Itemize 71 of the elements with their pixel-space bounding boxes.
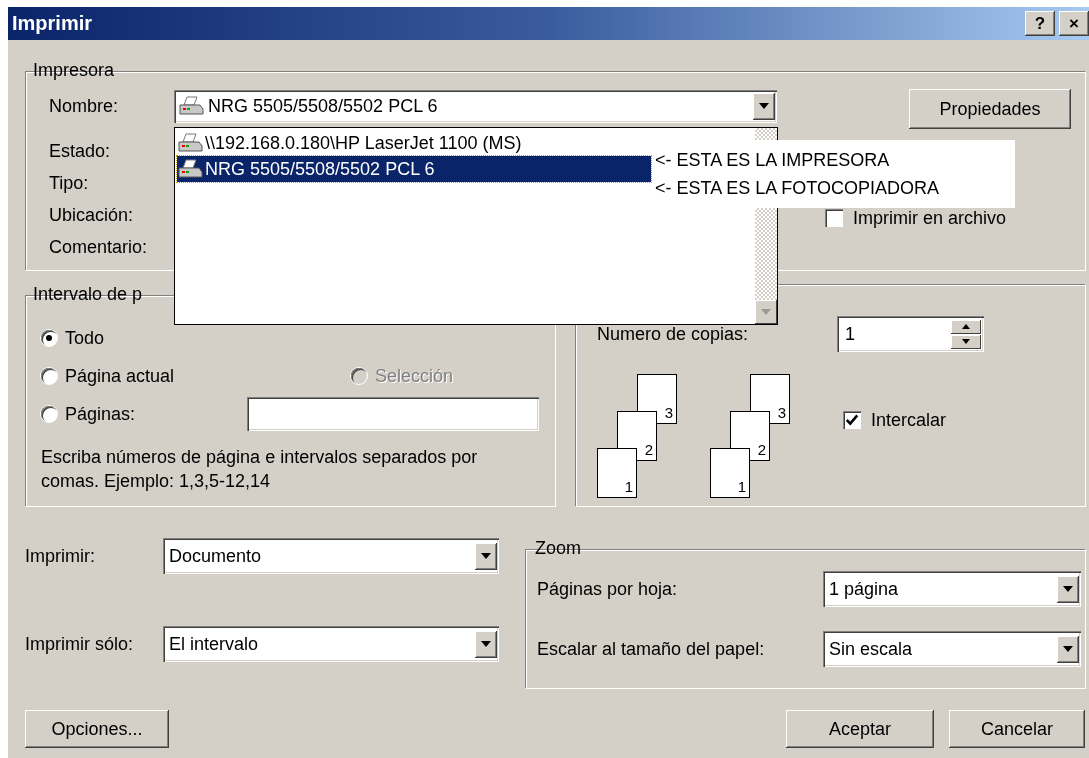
field-label: Tipo: [49,172,90,194]
properties-button[interactable]: Propiedades [909,89,1071,129]
radio-label: Selección [375,365,454,387]
radio-label: Todo [65,327,105,349]
pages-per-sheet-select[interactable]: 1 página [823,571,1081,607]
dropdown-button[interactable] [475,542,497,570]
annotation-text: <- ESTA ES LA IMPRESORA [655,149,891,172]
field-label: Nombre: [49,95,120,117]
pages-input[interactable] [247,397,539,431]
caret-icon [962,324,970,329]
field-label: Estado: [49,140,112,162]
checkbox-label: Intercalar [871,409,947,431]
group-label: Zoom [534,538,582,559]
caret-icon [759,103,769,109]
radio-button[interactable] [41,406,57,422]
dropdown-button[interactable] [1057,575,1079,603]
select-value: El intervalo [168,633,260,655]
ok-button[interactable]: Aceptar [786,710,934,748]
field-label: Ubicación: [49,204,135,226]
spin-down-button[interactable] [951,334,981,349]
caret-icon [962,339,970,344]
dropdown-item[interactable]: NRG 5505/5508/5502 PCL 6 [177,156,651,182]
printer-select[interactable]: NRG 5505/5508/5502 PCL 6 [174,89,777,123]
caret-icon [761,309,771,315]
radio-button[interactable] [41,330,57,346]
caret-icon [481,641,491,647]
dropdown-button[interactable] [753,92,775,120]
field-label: Escalar al tamaño del papel: [537,638,765,660]
page-sheet: 1 [710,448,750,498]
checkbox[interactable] [843,411,861,429]
spin-value: 1 [844,323,856,345]
radio-label: Páginas: [65,403,136,425]
field-label: Páginas por hoja: [537,578,678,600]
spin-up-button[interactable] [951,319,981,334]
caret-icon [1063,646,1073,652]
radio-label: Página actual [65,365,175,387]
copies-spinbox[interactable]: 1 [837,316,984,352]
window-title: Imprimir [12,12,93,35]
hint-text: Escriba números de página e intervalos separados por comas. Ejemplo: 1,3,5-12,14 [41,446,479,493]
select-value: NRG 5505/5508/5502 PCL 6 [207,95,439,117]
printer-icon [178,96,204,116]
dropdown-item[interactable]: \\192.168.0.180\HP LaserJet 1100 (MS) [177,130,651,156]
dropdown-button[interactable] [1057,635,1079,663]
scroll-down-button[interactable] [755,300,777,324]
printer-icon [177,133,203,153]
caret-icon [481,553,491,559]
group-label: Intervalo de p [32,284,144,305]
dropdown-button[interactable] [475,630,497,658]
field-label: Comentario: [49,236,149,258]
print-only-select[interactable]: El intervalo [163,626,499,662]
cancel-button[interactable]: Cancelar [949,710,1085,748]
close-button[interactable]: × [1059,11,1089,36]
group-label: Impresora [32,60,116,81]
printer-icon [177,159,203,179]
print-what-select[interactable]: Documento [163,538,499,574]
options-button[interactable]: Opciones... [25,710,169,748]
field-label: Numero de copias: [597,323,750,345]
help-button[interactable]: ? [1025,11,1055,36]
checkbox-label: Imprimir en archivo [853,207,1007,229]
caret-icon [1063,586,1073,592]
check-icon [845,413,859,427]
page-sheet: 1 [597,448,637,498]
radio-button[interactable] [41,368,57,384]
scale-select[interactable]: Sin escala [823,631,1081,667]
field-label: Imprimir sólo: [25,633,134,655]
field-label: Imprimir: [25,545,96,567]
select-value: 1 página [828,578,900,600]
annotation-text: <- ESTA ES LA FOTOCOPIADORA [655,177,940,200]
checkbox[interactable] [825,209,843,227]
select-value: Sin escala [828,638,914,660]
select-value: Documento [168,545,263,567]
